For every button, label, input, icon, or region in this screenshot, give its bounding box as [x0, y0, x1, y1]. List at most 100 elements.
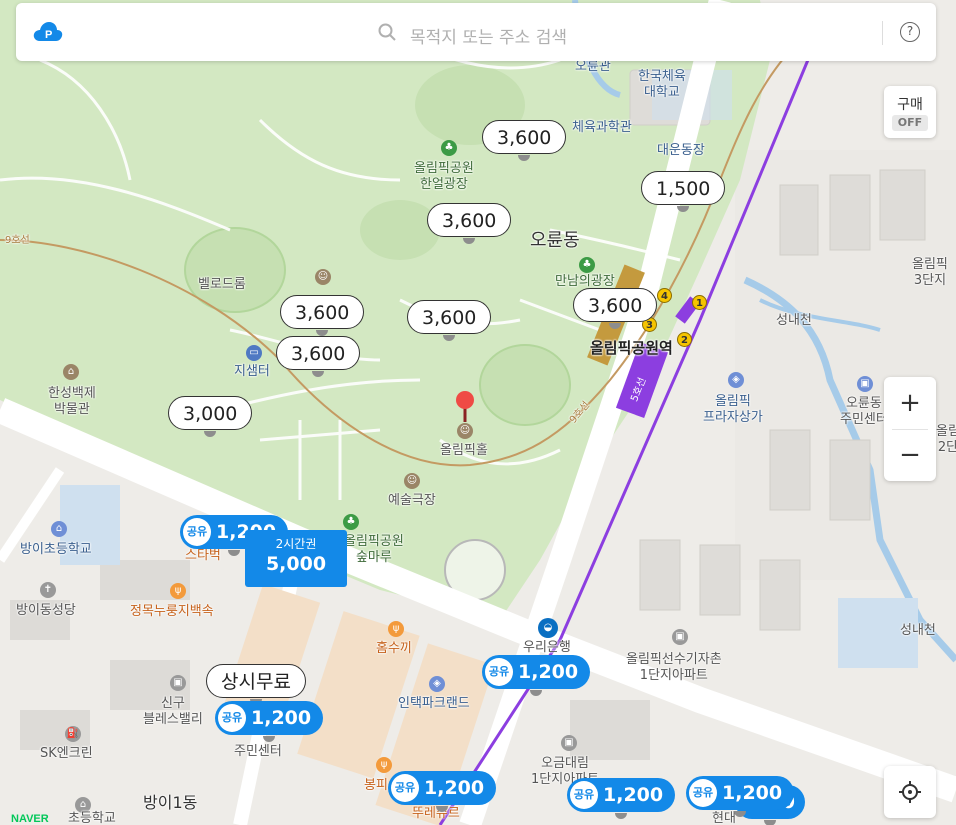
shared-price: 1,200 [603, 784, 664, 806]
label-arts-theater: 예술극장 [388, 493, 436, 508]
label-jisaemteo: 지샘터 [234, 364, 270, 379]
parking-price-marker[interactable]: 3,600 [573, 288, 658, 329]
label-oryun-dong: 오륜동 [530, 230, 580, 251]
parking-price-marker[interactable]: 1,500 [641, 171, 726, 212]
station-number-4: 4 [657, 288, 672, 303]
help-icon[interactable]: ? [900, 22, 920, 42]
label-jeongmok: 정목누룽지백속 [130, 604, 214, 619]
svg-text:P: P [45, 29, 52, 41]
label-bangi-elem: 방이초등학교 [20, 542, 92, 557]
label-bangi-church: 방이동성당 [16, 603, 76, 618]
label-hyundai: 현대 [712, 811, 736, 825]
label-bongpi: 봉피 [364, 778, 388, 793]
label-seongnaecheon-2: 성내천 [900, 623, 936, 638]
shared-parking-marker[interactable]: 공유 1,200 [686, 776, 795, 817]
theater-icon: ☺ [457, 423, 473, 439]
label-bellodrome: 벨로드롬 [198, 277, 246, 292]
parking-price-marker[interactable]: 3,600 [427, 203, 512, 244]
shopping-icon: ◈ [429, 676, 445, 692]
label-starbucks: 스타벅 [185, 548, 221, 563]
building-icon: ▣ [857, 376, 873, 392]
naver-logo: NAVER [11, 813, 49, 825]
label-olympic-apt-right: 올림픽 3단지 [912, 257, 948, 288]
shared-tag: 공유 [391, 774, 419, 802]
book-icon: ▭ [246, 345, 262, 361]
bank-icon: ◒ [538, 618, 558, 638]
divider [882, 21, 883, 45]
shared-parking-marker[interactable]: 공유 1,200 [482, 655, 591, 696]
shared-price: 1,200 [722, 782, 783, 804]
zoom-out-button[interactable]: − [884, 429, 936, 481]
purchase-state: OFF [892, 115, 928, 131]
shared-tag: 공유 [218, 704, 246, 732]
shopping-icon: ◈ [728, 372, 744, 388]
search-input[interactable]: 목적지 또는 주소 검색 [410, 23, 567, 48]
building-icon: ▣ [672, 629, 688, 645]
parking-price-marker[interactable]: 3,600 [482, 120, 567, 161]
school-icon: ⌂ [51, 521, 67, 537]
purchase-label: 구매 [897, 97, 923, 113]
parking-price-marker[interactable]: 3,600 [407, 300, 492, 341]
gas-station-icon: ⛽ [65, 726, 81, 742]
pass-label: 2시간권 [275, 537, 317, 551]
restaurant-icon: ψ [170, 583, 186, 599]
zoom-controls: + − [884, 377, 936, 481]
parking-logo-icon[interactable]: P [33, 19, 63, 43]
label-singu-blessvalley: 신구 블레스밸리 [143, 696, 203, 727]
label-olympic-athletes-village: 올림픽선수기자촌 1단지아파트 [626, 652, 722, 683]
parking-price-marker[interactable]: 3,000 [168, 396, 253, 437]
time-pass-marker[interactable]: 2시간권 5,000 [245, 530, 347, 587]
label-national-sports-univ: 한국체육 대학교 [638, 69, 686, 100]
label-olympic-plaza-mall: 올림픽 프라자상가 [703, 394, 763, 425]
current-location-button[interactable] [884, 766, 936, 818]
shared-tag: 공유 [689, 779, 717, 807]
parking-price-marker[interactable]: 3,600 [276, 336, 361, 377]
shared-price: 1,200 [518, 661, 579, 683]
label-oryun-center: 오륜동 주민센터 [840, 396, 888, 427]
label-olympic-park-station: 올림픽공원역 [590, 339, 673, 357]
park-icon: ♣ [441, 140, 457, 156]
map-canvas[interactable]: 4 1 3 2 ♣ ♣ ♣ ☺ ☺ ☺ ▭ ⌂ ◈ ▣ ▣ ▣ ⌂ ✝ ψ ψ … [0, 0, 956, 825]
label-kyoryun: 오륜관 [575, 59, 611, 74]
park-icon: ♣ [579, 257, 595, 273]
label-line9: 9호선 [5, 235, 30, 246]
search-bar: P 목적지 또는 주소 검색 ? [16, 3, 936, 61]
label-hansung-museum: 한성백제 박물관 [48, 386, 96, 417]
pass-price: 5,000 [265, 553, 327, 575]
shared-tag: 공유 [570, 781, 598, 809]
label-bangi1-center: 주민센터 [234, 744, 282, 759]
label-olympic-hall: 올림픽홀 [440, 443, 488, 458]
shared-parking-marker[interactable]: 공유 1,200 [567, 778, 676, 819]
label-sk-encline: SK엔크린 [40, 746, 93, 761]
shared-tag: 공유 [183, 518, 211, 546]
label-homsukki: 홈수끼 [376, 641, 412, 656]
shared-price: 1,200 [251, 707, 312, 729]
shared-parking-marker[interactable]: 공유 1,200 [215, 701, 324, 742]
label-woori-bank: 우리은행 [523, 640, 571, 655]
building-icon: ▣ [170, 675, 186, 691]
label-bangi1-dong: 방이1동 [143, 793, 198, 812]
parking-price-marker[interactable]: 3,600 [280, 295, 365, 336]
building-icon: ▣ [561, 735, 577, 751]
restaurant-icon: ψ [376, 757, 392, 773]
museum-icon: ⌂ [63, 364, 79, 380]
park-icon: ♣ [343, 514, 359, 530]
church-icon: ✝ [40, 582, 56, 598]
purchase-toggle[interactable]: 구매 OFF [884, 86, 936, 138]
shared-tag: 공유 [485, 658, 513, 686]
restaurant-icon: ψ [388, 621, 404, 637]
label-olympic-right2: 올림 2단 [936, 424, 956, 455]
crosshair-icon [899, 781, 921, 803]
search-icon[interactable] [378, 23, 396, 41]
label-olympic-park-hanul: 올림픽공원 한얼광장 [414, 161, 474, 192]
parking-free-marker[interactable]: 상시무료 [206, 664, 306, 705]
label-olympic-park-bottom: 올림픽공원 숲마루 [344, 534, 404, 565]
label-intec-park: 인택파크랜드 [398, 696, 470, 711]
zoom-in-button[interactable]: + [884, 377, 936, 429]
theater-icon: ☺ [315, 269, 331, 285]
station-number-1: 1 [692, 295, 707, 310]
label-daeundongjang: 대운동장 [657, 143, 705, 158]
station-number-2: 2 [677, 332, 692, 347]
shared-price: 1,200 [424, 777, 485, 799]
shared-parking-marker[interactable]: 공유 1,200 [388, 771, 497, 812]
